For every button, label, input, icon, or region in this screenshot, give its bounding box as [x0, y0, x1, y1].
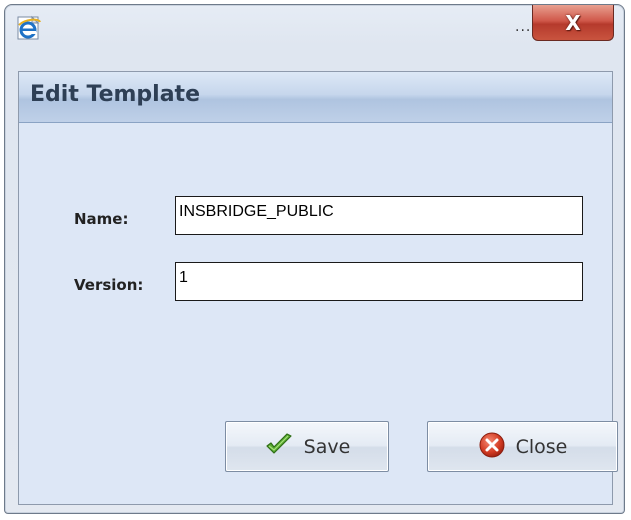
name-field[interactable]: INSBRIDGE_PUBLIC: [175, 196, 583, 235]
dialog-header: Edit Template: [19, 72, 612, 123]
title-bar[interactable]: ... X: [5, 5, 624, 67]
checkmark-icon: [264, 432, 294, 461]
close-button-label: Close: [515, 435, 568, 458]
red-x-circle-icon: [478, 431, 506, 463]
dialog-content: Edit Template Name: INSBRIDGE_PUBLIC Ver…: [18, 71, 618, 505]
version-field[interactable]: 1: [175, 262, 583, 301]
window-title: ...: [515, 19, 532, 35]
page-title: Edit Template: [30, 82, 200, 107]
ie-logo-icon: [17, 15, 43, 41]
close-button[interactable]: Close: [427, 421, 618, 472]
save-button[interactable]: Save: [225, 421, 389, 472]
version-label: Version:: [74, 276, 144, 294]
name-label: Name:: [74, 210, 129, 228]
window-close-button[interactable]: X: [532, 5, 614, 41]
dialog-window: ... X Edit Template Name: INSBRIDGE_PUBL…: [4, 4, 625, 514]
save-button-label: Save: [303, 435, 351, 458]
close-x-icon: X: [565, 10, 581, 35]
